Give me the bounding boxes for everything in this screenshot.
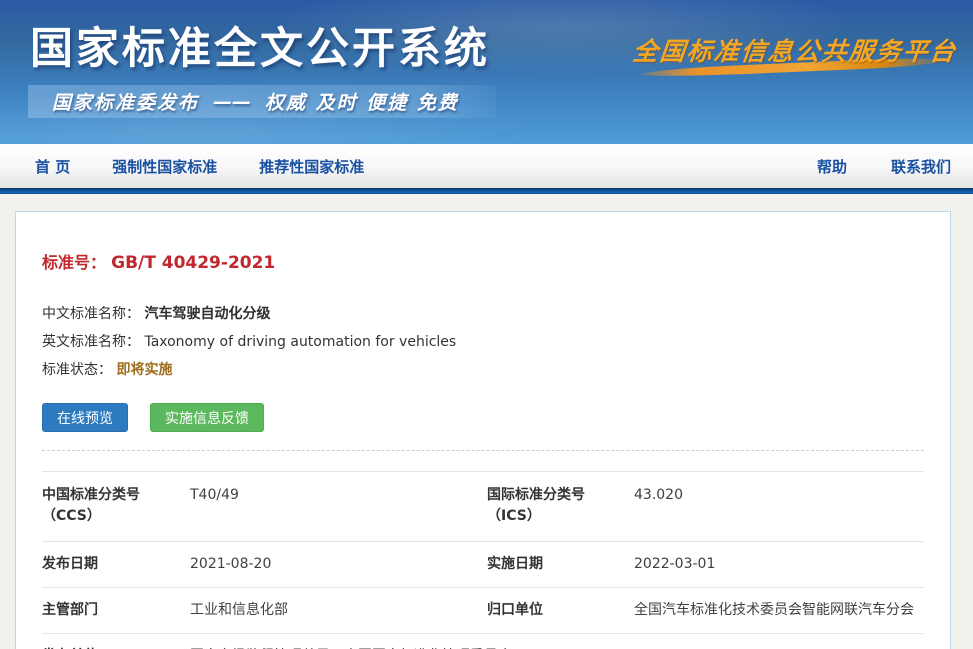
header-sub-banner: 国家标准委发布 —— 权威 及时 便捷 免费 bbox=[28, 85, 496, 118]
issuing-unit-value: 国家市场监督管理总局、中国国家标准化管理委员会 bbox=[190, 634, 924, 649]
ics-value: 43.020 bbox=[634, 472, 924, 520]
platform-title: 全国标准信息公共服务平台 bbox=[631, 32, 959, 68]
centralized-unit-value: 全国汽车标准化技术委员会智能网联汽车分会 bbox=[634, 588, 924, 633]
standard-number-label: 标准号： bbox=[42, 253, 106, 272]
ics-label: 国际标准分类号 （ICS） bbox=[487, 472, 634, 541]
ccs-value: T40/49 bbox=[190, 472, 487, 520]
main-nav: 首 页 强制性国家标准 推荐性国家标准 帮助 联系我们 bbox=[0, 144, 973, 188]
nav-item-recommended-standards[interactable]: 推荐性国家标准 bbox=[259, 156, 364, 177]
banner-dash: —— bbox=[213, 91, 251, 113]
nav-accent-bar bbox=[0, 188, 973, 194]
standard-number-value: GB/T 40429-2021 bbox=[111, 253, 275, 273]
table-row: 主管部门 工业和信息化部 归口单位 全国汽车标准化技术委员会智能网联汽车分会 bbox=[42, 587, 924, 633]
table-row: 发布日期 2021-08-20 实施日期 2022-03-01 bbox=[42, 541, 924, 587]
cn-name-line: 中文标准名称： 汽车驾驶自动化分级 bbox=[42, 300, 924, 328]
implement-date-label: 实施日期 bbox=[487, 542, 634, 587]
publish-date-value: 2021-08-20 bbox=[190, 542, 487, 587]
site-header: 国家标准全文公开系统 国家标准委发布 —— 权威 及时 便捷 免费 全国标准信息… bbox=[0, 0, 973, 144]
table-row: 发布单位 国家市场监督管理总局、中国国家标准化管理委员会 bbox=[42, 633, 924, 649]
online-preview-button[interactable]: 在线预览 bbox=[42, 403, 128, 432]
banner-issuer-text: 国家标准委发布 bbox=[52, 88, 199, 115]
site-title: 国家标准全文公开系统 bbox=[30, 14, 490, 76]
ccs-label: 中国标准分类号 （CCS） bbox=[42, 472, 190, 541]
competent-dept-value: 工业和信息化部 bbox=[190, 588, 487, 633]
status-value: 即将实施 bbox=[116, 362, 172, 378]
centralized-unit-label: 归口单位 bbox=[487, 588, 634, 633]
cn-name-label: 中文标准名称： bbox=[42, 306, 140, 322]
table-row: 中国标准分类号 （CCS） T40/49 国际标准分类号 （ICS） 43.02… bbox=[42, 471, 924, 541]
en-name-value: Taxonomy of driving automation for vehic… bbox=[144, 334, 456, 350]
nav-item-contact[interactable]: 联系我们 bbox=[891, 156, 951, 177]
standard-fields: 中文标准名称： 汽车驾驶自动化分级 英文标准名称： Taxonomy of dr… bbox=[42, 300, 924, 384]
nav-item-home[interactable]: 首 页 bbox=[35, 156, 70, 177]
nav-item-help[interactable]: 帮助 bbox=[817, 156, 847, 177]
nav-item-mandatory-standards[interactable]: 强制性国家标准 bbox=[112, 156, 217, 177]
en-name-line: 英文标准名称： Taxonomy of driving automation f… bbox=[42, 328, 924, 356]
status-line: 标准状态： 即将实施 bbox=[42, 356, 924, 384]
en-name-label: 英文标准名称： bbox=[42, 334, 140, 350]
status-label: 标准状态： bbox=[42, 362, 112, 378]
competent-dept-label: 主管部门 bbox=[42, 588, 190, 633]
standard-detail-card: 标准号： GB/T 40429-2021 中文标准名称： 汽车驾驶自动化分级 英… bbox=[15, 211, 951, 649]
standard-info-table: 中国标准分类号 （CCS） T40/49 国际标准分类号 （ICS） 43.02… bbox=[42, 471, 924, 649]
standard-number-line: 标准号： GB/T 40429-2021 bbox=[42, 249, 924, 273]
dashed-divider bbox=[42, 450, 924, 451]
action-button-row: 在线预览 实施信息反馈 bbox=[42, 403, 924, 432]
nav-left-group: 首 页 强制性国家标准 推荐性国家标准 bbox=[35, 156, 406, 177]
implementation-feedback-button[interactable]: 实施信息反馈 bbox=[150, 403, 264, 432]
nav-right-group: 帮助 联系我们 bbox=[773, 156, 951, 177]
publish-date-label: 发布日期 bbox=[42, 542, 190, 587]
issuing-unit-label: 发布单位 bbox=[42, 634, 190, 649]
cn-name-value: 汽车驾驶自动化分级 bbox=[144, 306, 270, 322]
implement-date-value: 2022-03-01 bbox=[634, 542, 924, 587]
banner-slogan-text: 权威 及时 便捷 免费 bbox=[265, 88, 459, 115]
